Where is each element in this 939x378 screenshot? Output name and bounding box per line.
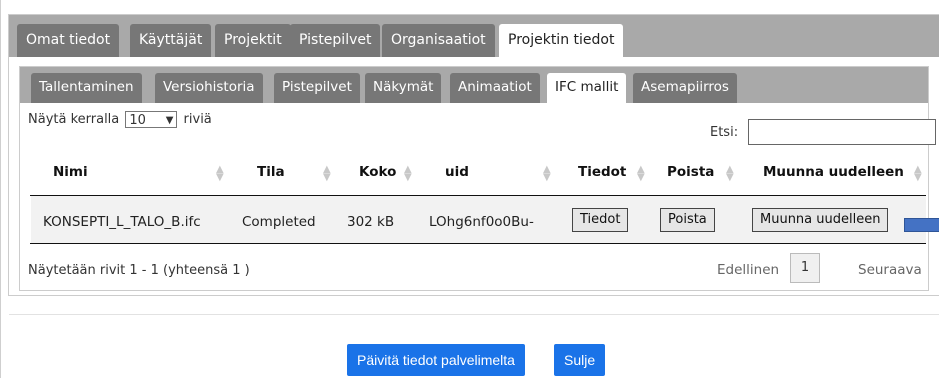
column-header-muunna[interactable]: Muunna uudelleen bbox=[763, 164, 904, 180]
column-header-nimi[interactable]: Nimi bbox=[53, 164, 88, 180]
pagination-page[interactable]: 1 bbox=[790, 253, 820, 283]
table-info: Näytetään rivit 1 - 1 (yhteensä 1 ) bbox=[28, 263, 250, 278]
search-label: Etsi: bbox=[710, 125, 739, 140]
page-length-prefix: Näytä kerralla bbox=[28, 112, 120, 127]
project-details-panel: Tallentaminen Versiohistoria Pistepilvet… bbox=[19, 66, 939, 291]
column-header-uid[interactable]: uid bbox=[445, 164, 469, 180]
tab-kayttajat[interactable]: Käyttäjät bbox=[130, 24, 212, 57]
project-dialog: Omat tiedot Käyttäjät Projektit Pistepil… bbox=[8, 14, 939, 296]
page-length-control: Näytä kerralla 10 ▼ riviä bbox=[28, 111, 212, 128]
subtab-ifc-mallit[interactable]: IFC mallit bbox=[547, 73, 627, 103]
reconvert-button[interactable]: Muunna uudelleen bbox=[752, 208, 889, 232]
main-tab-bar: Omat tiedot Käyttäjät Projektit Pistepil… bbox=[9, 15, 939, 57]
tab-projektin-tiedot[interactable]: Projektin tiedot bbox=[499, 24, 624, 57]
subtab-animaatiot[interactable]: Animaatiot bbox=[450, 73, 540, 103]
page-length-suffix: riviä bbox=[183, 112, 212, 127]
cell-koko: 302 kB bbox=[347, 214, 395, 230]
refresh-from-server-button[interactable]: Päivitä tiedot palvelimelta bbox=[347, 344, 525, 376]
subtab-pistepilvet[interactable]: Pistepilvet bbox=[274, 73, 360, 103]
table-footer-divider bbox=[30, 243, 926, 244]
subtab-asemapiirros[interactable]: Asemapiirros bbox=[633, 73, 737, 103]
sort-icon: ▲ ▼ bbox=[323, 164, 331, 183]
cell-uid: LOhg6nf0o0Bu- bbox=[429, 214, 534, 230]
subtab-versiohistoria[interactable]: Versiohistoria bbox=[155, 73, 263, 103]
sort-icon: ▲ ▼ bbox=[914, 164, 922, 183]
window-edge bbox=[0, 0, 1, 378]
sort-icon: ▲ ▼ bbox=[726, 164, 734, 183]
pagination-next[interactable]: Seuraava bbox=[858, 262, 922, 278]
row-action-chip[interactable] bbox=[904, 218, 939, 232]
sort-icon: ▲ ▼ bbox=[404, 164, 412, 183]
column-header-tila[interactable]: Tila bbox=[257, 164, 285, 180]
cell-tila: Completed bbox=[242, 214, 316, 230]
subtab-tallentaminen[interactable]: Tallentaminen bbox=[31, 73, 142, 103]
sort-icon: ▲ ▼ bbox=[543, 164, 551, 183]
info-button[interactable]: Tiedot bbox=[572, 208, 629, 232]
sub-tab-bar: Tallentaminen Versiohistoria Pistepilvet… bbox=[20, 67, 928, 103]
subtab-nakymat[interactable]: Näkymät bbox=[365, 73, 442, 103]
cell-nimi: KONSEPTI_L_TALO_B.ifc bbox=[43, 214, 201, 230]
page-length-value: 10 bbox=[129, 113, 146, 128]
tab-projektit[interactable]: Projektit bbox=[215, 24, 291, 57]
sort-icon: ▲ ▼ bbox=[216, 164, 224, 183]
column-header-poista[interactable]: Poista bbox=[667, 164, 714, 180]
pagination-previous[interactable]: Edellinen bbox=[717, 262, 779, 278]
tab-omat-tiedot[interactable]: Omat tiedot bbox=[17, 24, 120, 57]
tab-pistepilvet[interactable]: Pistepilvet bbox=[290, 24, 381, 57]
search-input[interactable] bbox=[748, 119, 936, 145]
tab-organisaatiot[interactable]: Organisaatiot bbox=[382, 24, 495, 57]
sort-icon: ▲ ▼ bbox=[637, 164, 645, 183]
chevron-down-icon: ▼ bbox=[165, 115, 174, 126]
column-header-tiedot[interactable]: Tiedot bbox=[578, 164, 626, 180]
footer-divider bbox=[9, 314, 939, 315]
delete-button[interactable]: Poista bbox=[660, 208, 715, 232]
page-length-select[interactable]: 10 ▼ bbox=[125, 111, 178, 128]
close-button[interactable]: Sulje bbox=[554, 344, 606, 376]
column-header-koko[interactable]: Koko bbox=[359, 164, 396, 180]
